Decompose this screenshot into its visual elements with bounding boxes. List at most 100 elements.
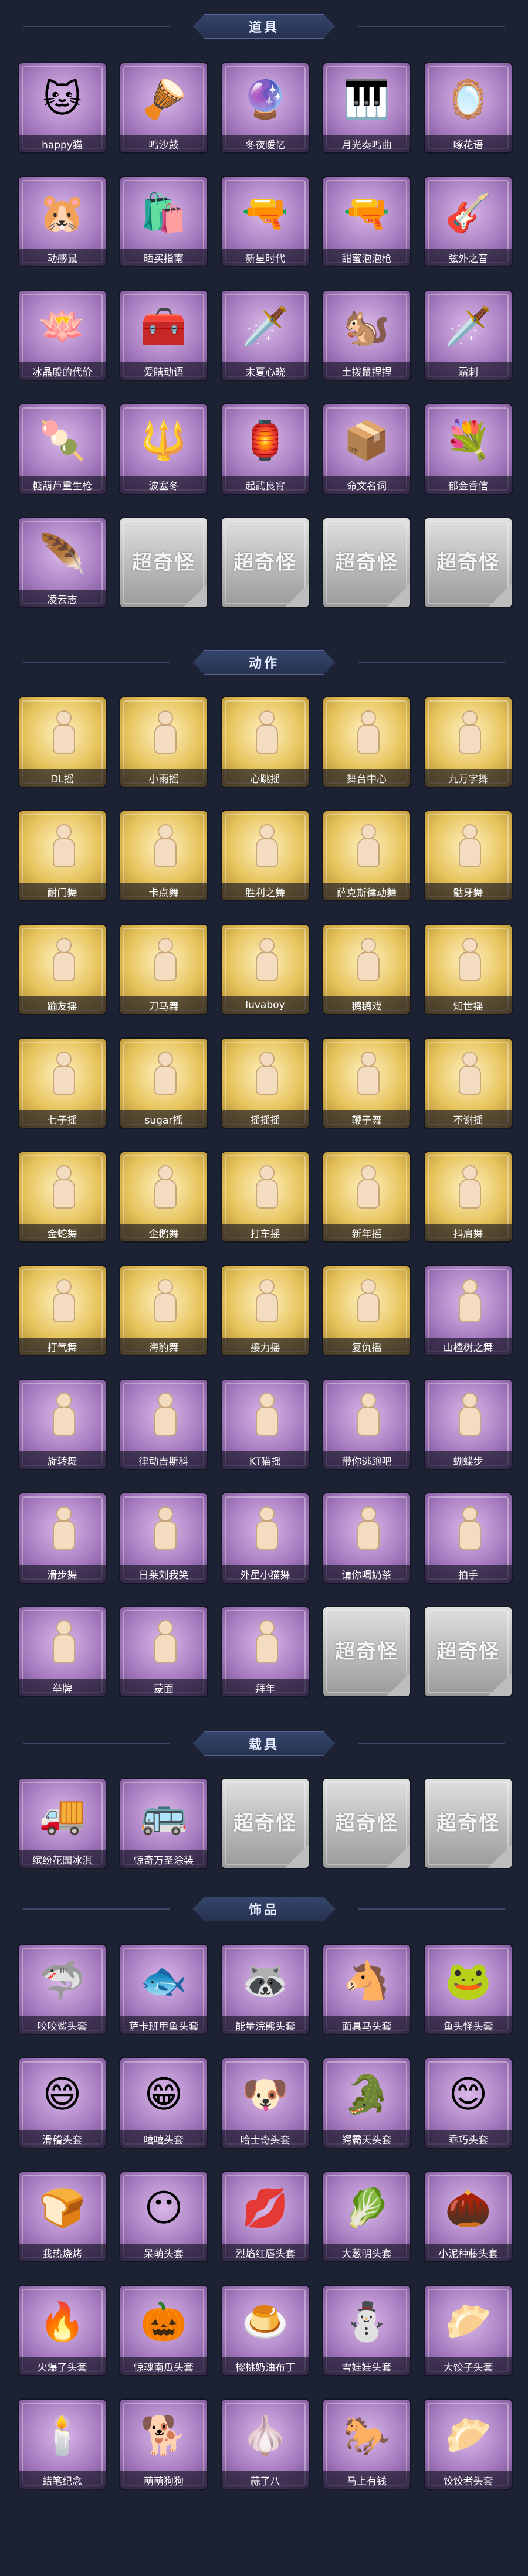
item-card[interactable]: 🥬 大葱明头套 [323,2172,410,2261]
item-card[interactable]: 鞭子舞 [323,1039,410,1128]
item-card[interactable]: 七子摇 [19,1039,106,1128]
item-card[interactable]: 心跳摇 [222,697,309,787]
item-card[interactable]: 🌰 小泥种藤头套 [425,2172,512,2261]
item-card[interactable]: 蝴蝶步 [425,1380,512,1469]
item-card[interactable]: 🎸 弦外之音 [425,177,512,266]
item-card[interactable]: 😊 乖巧头套 [425,2058,512,2148]
item-card[interactable]: 🪘 鸣沙鼓 [120,63,207,152]
item-card[interactable]: 蹦友摇 [19,925,106,1014]
item-card[interactable]: 🪶 凌云志 [19,518,106,607]
item-card[interactable]: 🪷 冰晶般的代价 [19,291,106,380]
item-card[interactable]: 🍮 樱桃奶油布丁 [222,2286,309,2375]
item-card[interactable]: 萨克斯律动舞 [323,811,410,900]
item-card[interactable]: 拜年 [222,1607,309,1696]
item-card[interactable]: 骷牙舞 [425,811,512,900]
item-card[interactable]: 🦈 咬咬鲨头套 [19,1945,106,2034]
item-card[interactable]: 旋转舞 [19,1380,106,1469]
item-card[interactable]: 滑步舞 [19,1493,106,1583]
item-card[interactable]: 🧄 蒜了八 [222,2400,309,2489]
item-card[interactable]: 🐶 哈士奇头套 [222,2058,309,2148]
item-card[interactable]: 🐿️ 土拨鼠捏捏 [323,291,410,380]
item-card[interactable]: 超奇怪 [425,518,512,607]
item-card[interactable]: 🔥 火爆了头套 [19,2286,106,2375]
item-card[interactable]: 超奇怪 [323,1779,410,1868]
item-card[interactable]: 🐴 面具马头套 [323,1945,410,2034]
item-card[interactable]: 🐕 萌萌狗狗 [120,2400,207,2489]
item-card[interactable]: 海豹舞 [120,1266,207,1355]
item-card[interactable]: 🎹 月光奏鸣曲 [323,63,410,152]
item-card[interactable]: 山楂树之舞 [425,1266,512,1355]
item-card[interactable]: 九万字舞 [425,697,512,787]
item-card[interactable]: 律动吉斯科 [120,1380,207,1469]
item-card[interactable]: 🦝 能量浣熊头套 [222,1945,309,2034]
item-card[interactable]: 接力摇 [222,1266,309,1355]
item-card[interactable]: 举牌 [19,1607,106,1696]
item-card[interactable]: KT猫摇 [222,1380,309,1469]
item-card[interactable]: 拍手 [425,1493,512,1583]
item-card[interactable]: 🐎 马上有钱 [323,2400,410,2489]
item-card[interactable]: 🥟 大饺子头套 [425,2286,512,2375]
item-card[interactable]: 小雨摇 [120,697,207,787]
item-card[interactable]: 🐟 萨卡班甲鱼头套 [120,1945,207,2034]
item-card[interactable]: 📦 命文名词 [323,404,410,494]
item-card[interactable]: 😄 滑稽头套 [19,2058,106,2148]
item-card[interactable]: 超奇怪 [425,1607,512,1696]
item-card[interactable]: 打车摇 [222,1152,309,1241]
item-card[interactable]: 日莱刘我笑 [120,1493,207,1583]
item-card[interactable]: 抖肩舞 [425,1152,512,1241]
item-card[interactable]: 🧰 爱瞎动语 [120,291,207,380]
item-card[interactable]: 请你喝奶茶 [323,1493,410,1583]
item-card[interactable]: 🏮 起武良宵 [222,404,309,494]
item-card[interactable]: 复仇摇 [323,1266,410,1355]
item-card[interactable]: 🔱 波塞冬 [120,404,207,494]
item-card[interactable]: 打气舞 [19,1266,106,1355]
item-card[interactable]: 🗡️ 霜刺 [425,291,512,380]
item-card[interactable]: 外星小猫舞 [222,1493,309,1583]
item-card[interactable]: 新年摇 [323,1152,410,1241]
item-card[interactable]: sugar摇 [120,1039,207,1128]
item-card[interactable]: 🕯️ 蜡笔纪念 [19,2400,106,2489]
item-card[interactable]: 胜利之舞 [222,811,309,900]
item-card[interactable]: 超奇怪 [323,1607,410,1696]
item-card[interactable]: 带你逃跑吧 [323,1380,410,1469]
item-card[interactable]: 🍞 我热烧烤 [19,2172,106,2261]
item-card[interactable]: 超奇怪 [222,1779,309,1868]
item-card[interactable]: 舞台中心 [323,697,410,787]
item-card[interactable]: 蒙面 [120,1607,207,1696]
item-card[interactable]: 刀马舞 [120,925,207,1014]
item-card[interactable]: 🐊 鳄霸天头套 [323,2058,410,2148]
item-card[interactable]: 超奇怪 [222,518,309,607]
item-card[interactable]: 🥟 饺饺者头套 [425,2400,512,2489]
item-card[interactable]: 金蛇舞 [19,1152,106,1241]
item-card[interactable]: 🐸 鱼头怪头套 [425,1945,512,2034]
item-card[interactable]: ⛄ 雪娃娃头套 [323,2286,410,2375]
item-card[interactable]: 超奇怪 [120,518,207,607]
item-card[interactable]: 🪞 啄花语 [425,63,512,152]
item-card[interactable]: 🗡️ 末夏心晓 [222,291,309,380]
item-card[interactable]: 超奇怪 [425,1779,512,1868]
item-card[interactable]: 摇摇摇 [222,1039,309,1128]
item-card[interactable]: 💋 烈焰红唇头套 [222,2172,309,2261]
item-card[interactable]: 鹅鹅戏 [323,925,410,1014]
item-card[interactable]: 😶 呆萌头套 [120,2172,207,2261]
item-card[interactable]: 企鹅舞 [120,1152,207,1241]
item-card[interactable]: 🚚 缤纷花园冰淇 [19,1779,106,1868]
item-card[interactable]: 🍡 糖葫芦重生枪 [19,404,106,494]
item-card[interactable]: luvaboy [222,925,309,1014]
item-card[interactable]: 🎃 惊魂南瓜头套 [120,2286,207,2375]
item-card[interactable]: 🔫 甜蜜泡泡枪 [323,177,410,266]
item-card[interactable]: 🔮 冬夜暖忆 [222,63,309,152]
item-card[interactable]: 不谢摇 [425,1039,512,1128]
item-card[interactable]: 🐹 动感鼠 [19,177,106,266]
item-card[interactable]: 🚌 惊奇万圣涂装 [120,1779,207,1868]
item-card[interactable]: DL摇 [19,697,106,787]
item-card[interactable]: 耐门舞 [19,811,106,900]
item-card[interactable]: 卡点舞 [120,811,207,900]
item-card[interactable]: 超奇怪 [323,518,410,607]
item-card[interactable]: 🔫 新星时代 [222,177,309,266]
item-card[interactable]: 😁 嘻嘻头套 [120,2058,207,2148]
item-card[interactable]: 🛍️ 晒买指南 [120,177,207,266]
item-card[interactable]: 💐 郁金香信 [425,404,512,494]
item-card[interactable]: 知世摇 [425,925,512,1014]
item-card[interactable]: 🐱 happy猫 [19,63,106,152]
